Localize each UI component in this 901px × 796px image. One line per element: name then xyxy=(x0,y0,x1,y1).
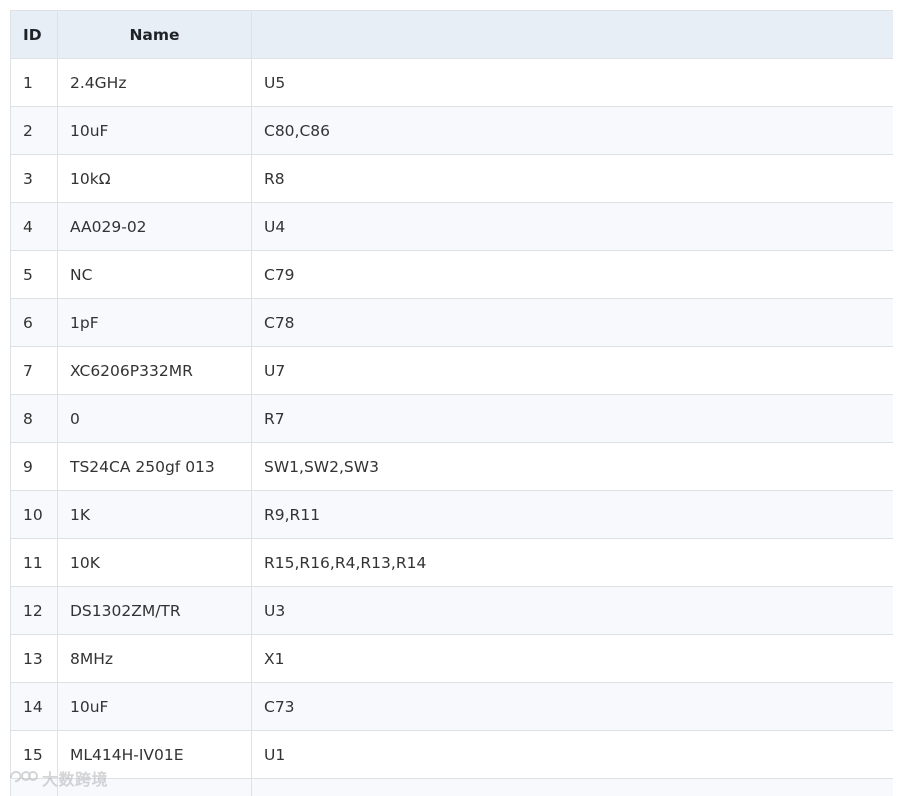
cell-name: XC6206P332MR xyxy=(57,346,252,395)
cell-name: 8MHz xyxy=(57,634,252,683)
cell-id: 6 xyxy=(10,298,58,347)
table-row: 10 1K R9,R11 xyxy=(10,490,893,539)
cell-designator: U5 xyxy=(251,58,893,107)
cell-id: 9 xyxy=(10,442,58,491)
cell-designator xyxy=(251,778,893,796)
table-row: 13 8MHz X1 xyxy=(10,634,893,683)
cell-designator: C78 xyxy=(251,298,893,347)
bom-table: ID Name 1 2.4GHz U5 2 10uF C80,C86 3 10k… xyxy=(10,10,893,796)
column-header-name: Name xyxy=(57,10,252,59)
column-header-designator xyxy=(251,10,893,59)
table-row: 11 10K R15,R16,R4,R13,R14 xyxy=(10,538,893,587)
cell-id: 4 xyxy=(10,202,58,251)
cell-designator: R9,R11 xyxy=(251,490,893,539)
table-row: 2 10uF C80,C86 xyxy=(10,106,893,155)
cell-name: 10uF xyxy=(57,682,252,731)
cell-designator: U3 xyxy=(251,586,893,635)
watermark-text: 大数跨境 xyxy=(42,770,109,789)
table-row: 3 10kΩ R8 xyxy=(10,154,893,203)
cell-name: DS1302ZM/TR xyxy=(57,586,252,635)
cell-designator: R8 xyxy=(251,154,893,203)
watermark: 大数跨境 xyxy=(8,766,108,790)
cell-name: NC xyxy=(57,250,252,299)
table-header-row: ID Name xyxy=(10,10,893,59)
bom-table-container: ID Name 1 2.4GHz U5 2 10uF C80,C86 3 10k… xyxy=(10,10,893,796)
cell-id: 10 xyxy=(10,490,58,539)
table-row: 12 DS1302ZM/TR U3 xyxy=(10,586,893,635)
cell-id: 12 xyxy=(10,586,58,635)
table-row: 1 2.4GHz U5 xyxy=(10,58,893,107)
cell-id: 8 xyxy=(10,394,58,443)
cell-designator: U1 xyxy=(251,730,893,779)
table-row: 8 0 R7 xyxy=(10,394,893,443)
column-header-id: ID xyxy=(10,10,58,59)
cell-designator: R7 xyxy=(251,394,893,443)
cell-designator: C73 xyxy=(251,682,893,731)
cell-id: 2 xyxy=(10,106,58,155)
cell-name: 10kΩ xyxy=(57,154,252,203)
cell-id: 14 xyxy=(10,682,58,731)
table-row: 7 XC6206P332MR U7 xyxy=(10,346,893,395)
cell-designator: R15,R16,R4,R13,R14 xyxy=(251,538,893,587)
cell-name: 10K xyxy=(57,538,252,587)
cell-designator: C80,C86 xyxy=(251,106,893,155)
cell-name: TS24CA 250gf 013 xyxy=(57,442,252,491)
cell-designator: U7 xyxy=(251,346,893,395)
cell-id: 3 xyxy=(10,154,58,203)
watermark-logo-icon xyxy=(8,768,38,788)
table-row: 14 10uF C73 xyxy=(10,682,893,731)
cell-id: 7 xyxy=(10,346,58,395)
cell-designator: X1 xyxy=(251,634,893,683)
cell-name: 10uF xyxy=(57,106,252,155)
cell-name: AA029-02 xyxy=(57,202,252,251)
table-row: 5 NC C79 xyxy=(10,250,893,299)
cell-name: 1pF xyxy=(57,298,252,347)
cell-name: 2.4GHz xyxy=(57,58,252,107)
table-row: 4 AA029-02 U4 xyxy=(10,202,893,251)
cell-id: 1 xyxy=(10,58,58,107)
cell-id: 11 xyxy=(10,538,58,587)
table-row xyxy=(10,778,893,796)
table-row: 9 TS24CA 250gf 013 SW1,SW2,SW3 xyxy=(10,442,893,491)
cell-id: 5 xyxy=(10,250,58,299)
cell-designator: U4 xyxy=(251,202,893,251)
table-row: 15 ML414H-IV01E U1 xyxy=(10,730,893,779)
cell-designator: SW1,SW2,SW3 xyxy=(251,442,893,491)
table-row: 6 1pF C78 xyxy=(10,298,893,347)
cell-name: 1K xyxy=(57,490,252,539)
cell-designator: C79 xyxy=(251,250,893,299)
table-body: 1 2.4GHz U5 2 10uF C80,C86 3 10kΩ R8 4 A… xyxy=(10,58,893,796)
cell-id: 13 xyxy=(10,634,58,683)
cell-name: 0 xyxy=(57,394,252,443)
